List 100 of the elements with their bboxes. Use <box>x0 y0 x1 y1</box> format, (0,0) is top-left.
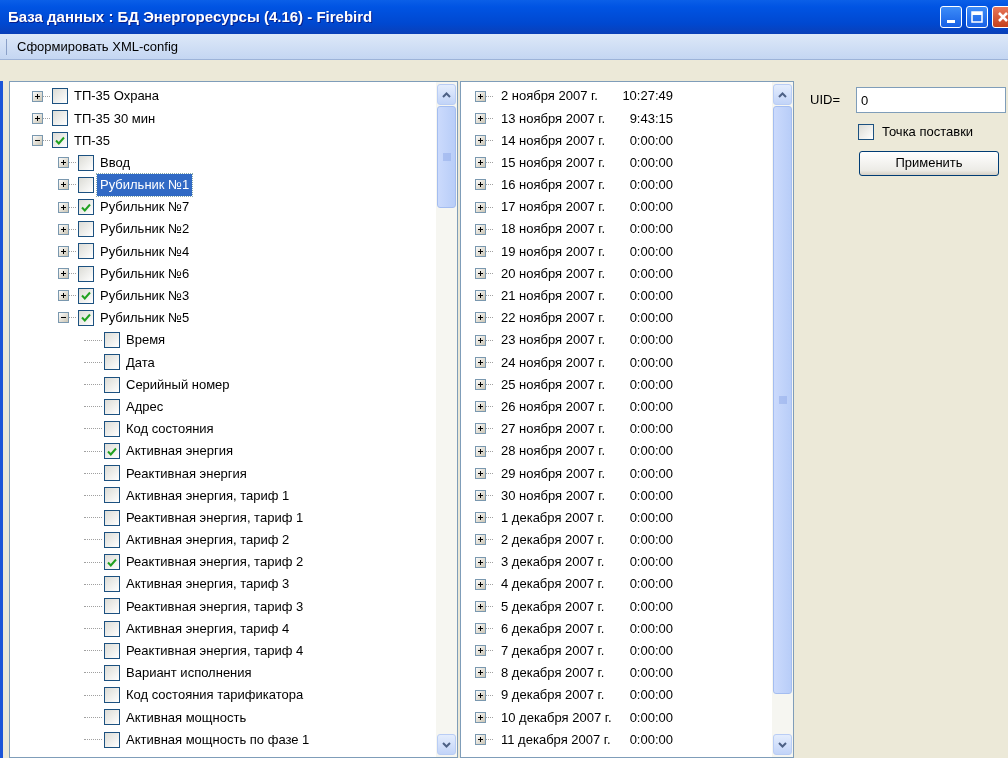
expand-icon[interactable] <box>475 711 486 723</box>
checkbox[interactable] <box>104 731 120 748</box>
expand-icon[interactable] <box>475 290 486 302</box>
checkbox[interactable] <box>104 531 120 548</box>
checkbox[interactable] <box>52 110 68 127</box>
date-item[interactable]: 2 декабря 2007 г. 0:00:00 <box>498 529 676 551</box>
date-item[interactable]: 11 декабря 2007 г. 0:00:00 <box>498 728 676 751</box>
expand-icon[interactable] <box>58 245 69 257</box>
expand-icon[interactable] <box>58 268 69 280</box>
tree-item[interactable]: Вариант исполнения <box>123 662 255 684</box>
expand-icon[interactable] <box>475 223 486 235</box>
expand-icon[interactable] <box>475 90 486 102</box>
checkbox-label[interactable]: Точка поставки <box>882 122 974 142</box>
date-item[interactable]: 25 ноября 2007 г. 0:00:00 <box>498 373 676 396</box>
checkbox[interactable] <box>78 221 94 238</box>
tree-item[interactable]: ТП-35 <box>71 129 114 152</box>
date-item[interactable]: 4 декабря 2007 г. 0:00:00 <box>498 573 676 595</box>
expand-icon[interactable] <box>475 556 486 568</box>
date-item[interactable]: 7 декабря 2007 г. 0:00:00 <box>498 640 676 662</box>
tree-item[interactable]: Активная мощность <box>123 706 250 729</box>
checkbox[interactable] <box>104 642 120 659</box>
checkbox[interactable] <box>104 443 120 460</box>
expand-icon[interactable] <box>475 734 486 746</box>
checkbox[interactable] <box>104 376 120 393</box>
maximize-button[interactable] <box>966 6 988 28</box>
minimize-button[interactable] <box>940 6 962 28</box>
expand-icon[interactable] <box>475 423 486 435</box>
date-item[interactable]: 21 ноября 2007 г. 0:00:00 <box>498 285 676 307</box>
date-item[interactable]: 8 декабря 2007 г. 0:00:00 <box>498 662 676 684</box>
date-item[interactable]: 26 ноября 2007 г. 0:00:00 <box>498 395 676 418</box>
checkbox[interactable] <box>104 664 120 681</box>
checkbox[interactable] <box>858 123 874 140</box>
expand-icon[interactable] <box>475 134 486 146</box>
collapse-icon[interactable] <box>58 312 69 324</box>
checkbox[interactable] <box>104 354 120 371</box>
date-item[interactable]: 18 ноября 2007 г. 0:00:00 <box>498 218 676 240</box>
expand-icon[interactable] <box>475 623 486 635</box>
uid-field[interactable]: 0 <box>856 87 1006 113</box>
checkbox[interactable] <box>104 398 120 415</box>
scroll-down-button[interactable] <box>437 734 456 755</box>
tree-item[interactable]: Реактивная энергия, тариф 4 <box>123 640 307 662</box>
tree-item[interactable]: ТП-35 30 мин <box>71 107 159 130</box>
date-item[interactable]: 10 декабря 2007 г. 0:00:00 <box>498 706 676 729</box>
checkbox[interactable] <box>78 199 94 216</box>
checkbox[interactable] <box>104 576 120 593</box>
expand-icon[interactable] <box>475 667 486 679</box>
date-item[interactable]: 2 ноября 2007 г. 10:27:49 <box>498 85 676 107</box>
checkbox[interactable] <box>78 154 94 171</box>
expand-icon[interactable] <box>58 179 69 191</box>
tree-item[interactable]: Рубильник №2 <box>97 218 193 240</box>
tree-item[interactable]: Рубильник №7 <box>97 196 193 218</box>
checkbox[interactable] <box>104 687 120 704</box>
date-item[interactable]: 15 ноября 2007 г. 0:00:00 <box>498 151 676 174</box>
tree-item[interactable]: ТП-35 Охрана <box>71 85 163 107</box>
expand-icon[interactable] <box>475 312 486 324</box>
expand-icon[interactable] <box>58 223 69 235</box>
tree-item[interactable]: Серийный номер <box>123 373 233 396</box>
tree-item[interactable]: Адрес <box>123 395 167 418</box>
date-item[interactable]: 19 ноября 2007 г. 0:00:00 <box>498 240 676 263</box>
checkbox[interactable] <box>104 465 120 482</box>
date-item[interactable]: 28 ноября 2007 г. 0:00:00 <box>498 440 676 462</box>
checkbox[interactable] <box>104 554 120 571</box>
date-item[interactable]: 3 декабря 2007 г. 0:00:00 <box>498 551 676 573</box>
checkbox[interactable] <box>104 598 120 615</box>
tree-item[interactable]: Активная энергия, тариф 4 <box>123 617 293 640</box>
date-item[interactable]: 5 декабря 2007 г. 0:00:00 <box>498 595 676 618</box>
expand-icon[interactable] <box>475 334 486 346</box>
checkbox[interactable] <box>78 287 94 304</box>
expand-icon[interactable] <box>32 90 43 102</box>
expand-icon[interactable] <box>58 290 69 302</box>
scroll-up-button[interactable] <box>437 84 456 105</box>
expand-icon[interactable] <box>475 401 486 413</box>
date-item[interactable]: 9 декабря 2007 г. 0:00:00 <box>498 684 676 706</box>
expand-icon[interactable] <box>475 356 486 368</box>
expand-icon[interactable] <box>475 379 486 391</box>
tree-item[interactable]: Реактивная энергия, тариф 3 <box>123 595 307 618</box>
tree-item[interactable]: Активная мощность по фазе 1 <box>123 728 313 751</box>
close-button[interactable] <box>992 6 1008 28</box>
date-item[interactable]: 29 ноября 2007 г. 0:00:00 <box>498 462 676 485</box>
checkbox[interactable] <box>104 509 120 526</box>
tree-item[interactable]: Реактивная энергия, тариф 2 <box>123 551 307 573</box>
checkbox[interactable] <box>52 132 68 149</box>
scroll-up-button[interactable] <box>773 84 792 105</box>
tree-item[interactable]: Активная энергия, тариф 3 <box>123 573 293 595</box>
checkbox[interactable] <box>52 88 68 105</box>
checkbox[interactable] <box>104 620 120 637</box>
tree-item[interactable]: Код состояния <box>123 418 217 440</box>
tree-item[interactable]: Дата <box>123 351 158 374</box>
scroll-thumb[interactable] <box>437 106 456 208</box>
expand-icon[interactable] <box>475 445 486 457</box>
scrollbar[interactable] <box>436 82 457 757</box>
date-item[interactable]: 17 ноября 2007 г. 0:00:00 <box>498 196 676 218</box>
checkbox[interactable] <box>104 709 120 726</box>
expand-icon[interactable] <box>475 689 486 701</box>
collapse-icon[interactable] <box>32 134 43 146</box>
expand-icon[interactable] <box>58 157 69 169</box>
expand-icon[interactable] <box>475 201 486 213</box>
scrollbar[interactable] <box>772 82 793 757</box>
tree-item[interactable]: Ввод <box>97 151 133 174</box>
date-item[interactable]: 24 ноября 2007 г. 0:00:00 <box>498 351 676 374</box>
